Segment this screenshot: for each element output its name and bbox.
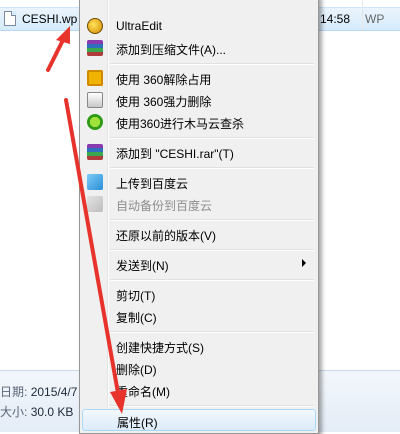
menu-separator bbox=[110, 405, 314, 407]
submenu-arrow-icon bbox=[302, 259, 306, 267]
360-unlock-icon bbox=[87, 70, 103, 86]
menu-item-label: 创建快捷方式(S) bbox=[116, 341, 204, 355]
detail-size-value: 30.0 KB bbox=[30, 405, 74, 419]
menu-separator bbox=[110, 167, 314, 169]
menu-item-add-to-rar[interactable]: 添加到 "CESHI.rar"(T) bbox=[82, 141, 316, 163]
context-menu: UltraEdit 添加到压缩文件(A)... 使用 360解除占用 使用 36… bbox=[79, 0, 319, 434]
menu-item-label: 发送到(N) bbox=[116, 259, 169, 273]
winrar-icon bbox=[87, 144, 103, 160]
menu-item-360-shred[interactable]: 使用 360强力删除 bbox=[82, 89, 316, 111]
menu-item-label: 添加到压缩文件(A)... bbox=[116, 43, 226, 57]
menu-item-restore-versions[interactable]: 还原以前的版本(V) bbox=[82, 223, 316, 245]
menu-separator bbox=[110, 279, 314, 281]
menu-item-label: 属性(R) bbox=[117, 416, 158, 430]
menu-item-delete[interactable]: 删除(D) bbox=[82, 357, 316, 379]
menu-item-label: 重命名(M) bbox=[116, 385, 170, 399]
detail-date-value: 2015/4/7 bbox=[30, 385, 78, 399]
detail-date-label: 日期: bbox=[0, 385, 28, 399]
menu-item-label: 上传到百度云 bbox=[116, 177, 189, 191]
menu-separator bbox=[110, 63, 314, 65]
menu-item-label: 复制(C) bbox=[116, 311, 157, 325]
menu-item-ultraedit[interactable]: UltraEdit bbox=[82, 15, 316, 37]
winrar-icon bbox=[87, 40, 103, 56]
360-scan-icon bbox=[87, 114, 103, 130]
menu-item-label: UltraEdit bbox=[116, 19, 163, 33]
baidu-cloud-disabled-icon bbox=[87, 196, 103, 212]
menu-item-label: 剪切(T) bbox=[116, 289, 156, 303]
menu-item-label: 删除(D) bbox=[116, 363, 157, 377]
menu-item-add-to-archive[interactable]: 添加到压缩文件(A)... bbox=[82, 37, 316, 59]
file-type: WP bbox=[365, 12, 385, 26]
360-shred-icon bbox=[87, 92, 103, 108]
menu-item-360-scan[interactable]: 使用360进行木马云查杀 bbox=[82, 111, 316, 133]
menu-item-copy[interactable]: 复制(C) bbox=[82, 305, 316, 327]
menu-item-upload-baidu[interactable]: 上传到百度云 bbox=[82, 171, 316, 193]
column-divider[interactable] bbox=[362, 0, 363, 30]
detail-date: 日期: 2015/4/7 bbox=[0, 383, 77, 400]
menu-item-cut[interactable]: 剪切(T) bbox=[82, 283, 316, 305]
menu-separator bbox=[110, 249, 314, 251]
detail-size-label: 大小: bbox=[0, 405, 28, 419]
menu-item-rename[interactable]: 重命名(M) bbox=[82, 379, 316, 401]
menu-item-create-shortcut[interactable]: 创建快捷方式(S) bbox=[82, 335, 316, 357]
menu-item-label: 使用 360解除占用 bbox=[116, 73, 212, 87]
menu-item-auto-backup-baidu: 自动备份到百度云 bbox=[82, 193, 316, 215]
menu-item-properties[interactable]: 属性(R) bbox=[82, 409, 316, 431]
menu-item-360-unlock[interactable]: 使用 360解除占用 bbox=[82, 67, 316, 89]
file-name: CESHI.wp bbox=[22, 12, 78, 26]
menu-item-label: 还原以前的版本(V) bbox=[116, 229, 216, 243]
detail-size: 大小: 30.0 KB bbox=[0, 403, 73, 420]
menu-separator bbox=[110, 137, 314, 139]
menu-item-send-to[interactable]: 发送到(N) bbox=[82, 253, 316, 275]
baidu-cloud-icon bbox=[87, 174, 103, 190]
ultraedit-icon bbox=[87, 18, 103, 34]
file-modified-time: 14:58 bbox=[320, 12, 351, 26]
menu-separator bbox=[110, 219, 314, 221]
menu-item-label: 使用 360强力删除 bbox=[116, 95, 212, 109]
menu-item-label: 添加到 "CESHI.rar"(T) bbox=[116, 147, 234, 161]
menu-item-label: 使用360进行木马云查杀 bbox=[116, 117, 245, 131]
menu-item-label: 自动备份到百度云 bbox=[116, 199, 213, 213]
document-icon bbox=[4, 11, 16, 26]
menu-separator bbox=[110, 331, 314, 333]
